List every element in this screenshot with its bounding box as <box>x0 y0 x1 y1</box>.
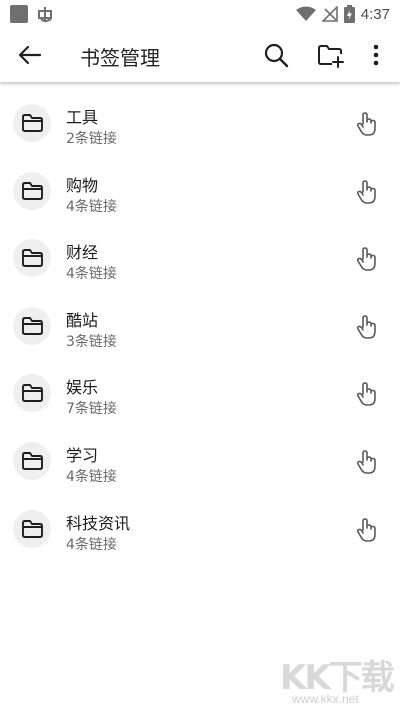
folder-link-count: 7条链接 <box>66 401 117 418</box>
folder-link-count: 3条链接 <box>66 333 117 350</box>
status-time: 4:37 <box>360 5 390 23</box>
list-item[interactable]: 学习 4条链接 <box>0 428 400 496</box>
list-item[interactable]: 购物 4条链接 <box>0 158 400 226</box>
app-notification-icon <box>38 7 52 22</box>
folder-name: 工具 <box>66 108 99 127</box>
list-item[interactable]: 工具 2条链接 <box>0 90 400 158</box>
list-item[interactable]: 酷站 3条链接 <box>0 293 400 361</box>
notification-square-icon <box>10 5 28 23</box>
folder-icon <box>13 509 51 548</box>
folder-icon <box>13 239 51 278</box>
touch-hand-icon[interactable] <box>352 380 380 408</box>
touch-hand-icon[interactable] <box>352 313 380 341</box>
status-bar: 4:37 <box>0 0 400 28</box>
folder-name: 科技资讯 <box>66 513 131 533</box>
folder-name: 购物 <box>66 175 99 195</box>
wifi-icon <box>295 6 316 21</box>
folder-link-count: 2条链接 <box>66 131 117 147</box>
folder-add-icon[interactable] <box>316 41 344 69</box>
no-signal-icon <box>321 6 338 22</box>
battery-charging-icon <box>343 5 355 23</box>
watermark-url: www.kkx.net <box>292 692 359 706</box>
list-item[interactable]: 财经 4条链接 <box>0 225 400 293</box>
folder-link-count: 4条链接 <box>66 266 117 283</box>
page-title: 书签管理 <box>80 46 160 70</box>
app-bar: 书签管理 <box>0 28 400 82</box>
folder-list: 工具 2条链接 购物 4条链接 财经 4条链接 酷站 3条链接 娱乐 7条链接 <box>0 90 400 563</box>
touch-hand-icon[interactable] <box>352 178 380 206</box>
arrow-left-icon[interactable] <box>16 41 44 69</box>
folder-icon <box>13 306 51 345</box>
list-item[interactable]: 娱乐 7条链接 <box>0 360 400 428</box>
folder-icon <box>13 171 51 210</box>
folder-icon <box>13 104 51 142</box>
folder-icon <box>13 374 51 413</box>
touch-hand-icon[interactable] <box>352 245 380 273</box>
touch-hand-icon[interactable] <box>352 448 380 476</box>
folder-name: 财经 <box>66 243 99 263</box>
folder-name: 学习 <box>66 445 99 465</box>
touch-hand-icon[interactable] <box>352 516 380 544</box>
folder-name: 娱乐 <box>66 378 99 398</box>
folder-link-count: 4条链接 <box>66 468 117 485</box>
touch-hand-icon[interactable] <box>352 110 380 138</box>
folder-link-count: 4条链接 <box>66 536 117 553</box>
search-icon[interactable] <box>262 41 290 69</box>
folder-icon <box>13 441 51 480</box>
folder-name: 酷站 <box>66 310 99 330</box>
watermark: KK下载 www.kkx.net <box>278 650 398 710</box>
list-item[interactable]: 科技资讯 4条链接 <box>0 496 400 564</box>
more-vert-icon[interactable] <box>362 41 390 69</box>
folder-link-count: 4条链接 <box>66 198 117 215</box>
